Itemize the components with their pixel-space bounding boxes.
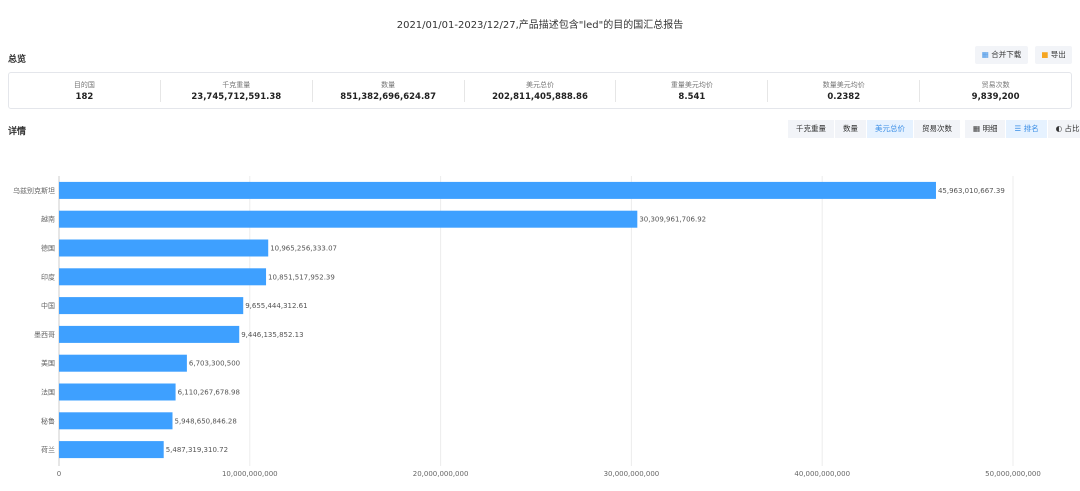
y-tick-label: 秘鲁 [41, 416, 55, 425]
data-label: 5,487,319,310.72 [166, 446, 228, 454]
bar [59, 441, 164, 459]
bar [59, 354, 187, 372]
bar [59, 210, 638, 228]
y-tick-label: 中国 [41, 301, 55, 310]
bar [59, 325, 240, 343]
data-label: 10,965,256,333.07 [270, 245, 337, 253]
data-label: 45,963,010,667.39 [938, 187, 1005, 195]
bar [59, 181, 936, 199]
data-label: 9,446,135,852.13 [241, 331, 303, 339]
x-tick-label: 10,000,000,000 [222, 470, 278, 478]
y-tick-label: 法国 [41, 388, 55, 397]
x-tick-label: 0 [57, 470, 61, 478]
bar [59, 268, 267, 286]
y-tick-label: 墨西哥 [34, 331, 55, 339]
y-tick-label: 越南 [41, 215, 55, 224]
x-tick-label: 50,000,000,000 [985, 470, 1041, 478]
x-tick-label: 40,000,000,000 [794, 470, 850, 478]
bar [59, 239, 269, 257]
y-tick-label: 德国 [41, 244, 55, 253]
bar [59, 412, 173, 430]
y-tick-label: 乌兹别克斯坦 [13, 186, 55, 195]
data-label: 6,703,300,500 [189, 360, 240, 368]
data-label: 5,948,650,846.28 [175, 417, 237, 425]
x-tick-label: 30,000,000,000 [604, 470, 660, 478]
bar [59, 383, 176, 401]
y-tick-label: 荷兰 [41, 445, 55, 454]
y-tick-label: 美国 [41, 359, 55, 368]
data-label: 6,110,267,678.98 [178, 389, 240, 397]
y-tick-label: 印度 [41, 272, 55, 281]
bar-chart: 0 10,000,000,000 20,000,000,000 30,000,000,… [13, 176, 1041, 478]
x-tick-label: 20,000,000,000 [413, 470, 469, 478]
data-label: 9,655,444,312.61 [245, 302, 307, 310]
data-label: 10,851,517,952.39 [268, 273, 335, 281]
data-label: 30,309,961,706.92 [639, 216, 706, 224]
bar [59, 297, 244, 315]
